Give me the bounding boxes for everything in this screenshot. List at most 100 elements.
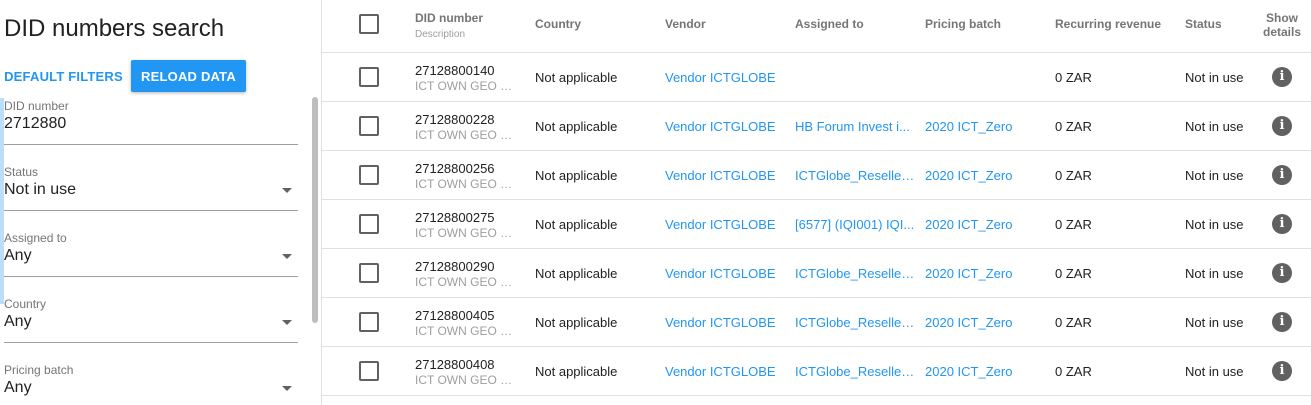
row-checkbox[interactable] — [359, 165, 379, 185]
did-number-cell: 27128800140 — [415, 63, 495, 78]
did-number-input[interactable]: 2712880 — [4, 115, 66, 133]
pricing-batch-label: Pricing batch — [4, 363, 74, 377]
row-checkbox[interactable] — [359, 361, 379, 381]
info-icon[interactable]: i — [1272, 214, 1292, 234]
assigned-to-value[interactable]: Any — [4, 247, 32, 265]
reload-data-button[interactable]: RELOAD DATA — [131, 60, 246, 92]
pricing-batch-select[interactable]: Pricing batch Any — [4, 363, 298, 405]
pricing-batch-value[interactable]: Any — [4, 379, 32, 397]
assigned-to-link[interactable]: ICTGlobe_Reseller... — [795, 315, 915, 330]
info-icon[interactable]: i — [1272, 67, 1292, 87]
pricing-batch-link[interactable]: 2020 ICT_Zero — [925, 168, 1040, 183]
table-row[interactable]: 27128800228 ICT OWN GEO Nu... Not applic… — [322, 102, 1311, 151]
status-select[interactable]: Status Not in use — [4, 165, 298, 211]
country-cell: Not applicable — [535, 266, 618, 281]
pricing-batch-link[interactable]: 2020 ICT_Zero — [925, 119, 1040, 134]
row-checkbox[interactable] — [359, 312, 379, 332]
vendor-link[interactable]: Vendor ICTGLOBE — [665, 315, 780, 330]
info-icon[interactable]: i — [1272, 116, 1292, 136]
description-cell: ICT OWN GEO Nu... — [415, 324, 520, 338]
description-cell: ICT OWN GEO Nu... — [415, 275, 520, 289]
header-show-details: Show details — [1263, 11, 1301, 39]
assigned-to-link[interactable]: ICTGlobe_Reseller... — [795, 364, 915, 379]
country-cell: Not applicable — [535, 315, 618, 330]
header-did-number[interactable]: DID number — [415, 11, 483, 25]
row-checkbox[interactable] — [359, 67, 379, 87]
filter-panel: DID numbers search DEFAULT FILTERS RELOA… — [0, 0, 320, 405]
description-cell: ICT OWN GEO Nu... — [415, 226, 520, 240]
did-number-label: DID number — [4, 99, 69, 113]
pricing-batch-link[interactable]: 2020 ICT_Zero — [925, 266, 1040, 281]
description-cell: ICT OWN GEO Nu... — [415, 79, 520, 93]
status-cell: Not in use — [1185, 315, 1244, 330]
table-row[interactable]: 27128800275 ICT OWN GEO Nu... Not applic… — [322, 200, 1311, 249]
description-cell: ICT OWN GEO Nu... — [415, 177, 520, 191]
status-value[interactable]: Not in use — [4, 181, 76, 199]
info-icon[interactable]: i — [1272, 312, 1292, 332]
status-cell: Not in use — [1185, 168, 1244, 183]
vendor-link[interactable]: Vendor ICTGLOBE — [665, 119, 780, 134]
chevron-down-icon[interactable] — [282, 188, 292, 193]
default-filters-button[interactable]: DEFAULT FILTERS — [4, 60, 123, 92]
vendor-link[interactable]: Vendor ICTGLOBE — [665, 217, 780, 232]
table-row[interactable]: 27128800256 ICT OWN GEO Nu... Not applic… — [322, 151, 1311, 200]
header-assigned-to[interactable]: Assigned to — [795, 17, 864, 31]
header-pricing-batch[interactable]: Pricing batch — [925, 17, 1001, 31]
header-recurring-revenue[interactable]: Recurring revenue — [1055, 17, 1161, 31]
assigned-to-link[interactable]: [6577] (IQI001) IQI... — [795, 217, 915, 232]
header-show-details-line2: details — [1263, 25, 1302, 39]
vendor-link[interactable]: Vendor ICTGLOBE — [665, 168, 780, 183]
recurring-revenue-cell: 0 ZAR — [1055, 70, 1092, 85]
chevron-down-icon[interactable] — [282, 386, 292, 391]
recurring-revenue-cell: 0 ZAR — [1055, 315, 1092, 330]
country-value[interactable]: Any — [4, 313, 32, 331]
results-table: DID number Description Country Vendor As… — [322, 0, 1311, 405]
country-cell: Not applicable — [535, 70, 618, 85]
info-icon[interactable]: i — [1272, 263, 1292, 283]
vendor-link[interactable]: Vendor ICTGLOBE — [665, 70, 780, 85]
assigned-to-link[interactable]: ICTGlobe_Reseller... — [795, 168, 915, 183]
header-description: Description — [415, 29, 466, 40]
filter-panel-scrollbar[interactable] — [312, 97, 318, 323]
pricing-batch-link[interactable]: 2020 ICT_Zero — [925, 217, 1040, 232]
country-cell: Not applicable — [535, 119, 618, 134]
row-checkbox[interactable] — [359, 263, 379, 283]
info-icon[interactable]: i — [1272, 361, 1292, 381]
country-cell: Not applicable — [535, 364, 618, 379]
assigned-to-link[interactable]: ICTGlobe_Reseller... — [795, 266, 915, 281]
status-cell: Not in use — [1185, 70, 1244, 85]
vendor-link[interactable]: Vendor ICTGLOBE — [665, 266, 780, 281]
chevron-down-icon[interactable] — [282, 254, 292, 259]
header-show-details-line1: Show — [1266, 11, 1298, 25]
table-row[interactable]: 27128800290 ICT OWN GEO Nu... Not applic… — [322, 249, 1311, 298]
did-number-cell: 27128800408 — [415, 357, 495, 372]
header-country[interactable]: Country — [535, 17, 581, 31]
table-row[interactable]: 27128800405 ICT OWN GEO Nu... Not applic… — [322, 298, 1311, 347]
vendor-link[interactable]: Vendor ICTGLOBE — [665, 364, 780, 379]
header-vendor[interactable]: Vendor — [665, 17, 706, 31]
info-icon[interactable]: i — [1272, 165, 1292, 185]
table-row[interactable]: 27128800408 ICT OWN GEO Nu... Not applic… — [322, 347, 1311, 396]
pricing-batch-link[interactable]: 2020 ICT_Zero — [925, 315, 1040, 330]
did-number-field[interactable]: DID number 2712880 — [4, 99, 298, 145]
row-checkbox[interactable] — [359, 214, 379, 234]
did-number-cell: 27128800228 — [415, 112, 495, 127]
country-select[interactable]: Country Any — [4, 297, 298, 343]
country-label: Country — [4, 297, 47, 311]
pricing-batch-link[interactable]: 2020 ICT_Zero — [925, 364, 1040, 379]
country-cell: Not applicable — [535, 217, 618, 232]
header-status[interactable]: Status — [1185, 17, 1222, 31]
recurring-revenue-cell: 0 ZAR — [1055, 168, 1092, 183]
row-checkbox[interactable] — [359, 116, 379, 136]
chevron-down-icon[interactable] — [282, 320, 292, 325]
table-row[interactable]: 27128800140 ICT OWN GEO Nu... Not applic… — [322, 53, 1311, 102]
select-all-checkbox[interactable] — [359, 14, 379, 34]
assigned-to-link[interactable]: HB Forum Invest i... — [795, 119, 915, 134]
did-number-cell: 27128800275 — [415, 210, 495, 225]
assigned-to-select[interactable]: Assigned to Any — [4, 231, 298, 277]
did-number-cell: 27128800405 — [415, 308, 495, 323]
assigned-to-label: Assigned to — [4, 231, 67, 245]
status-cell: Not in use — [1185, 266, 1244, 281]
country-cell: Not applicable — [535, 168, 618, 183]
description-cell: ICT OWN GEO Nu... — [415, 373, 520, 387]
